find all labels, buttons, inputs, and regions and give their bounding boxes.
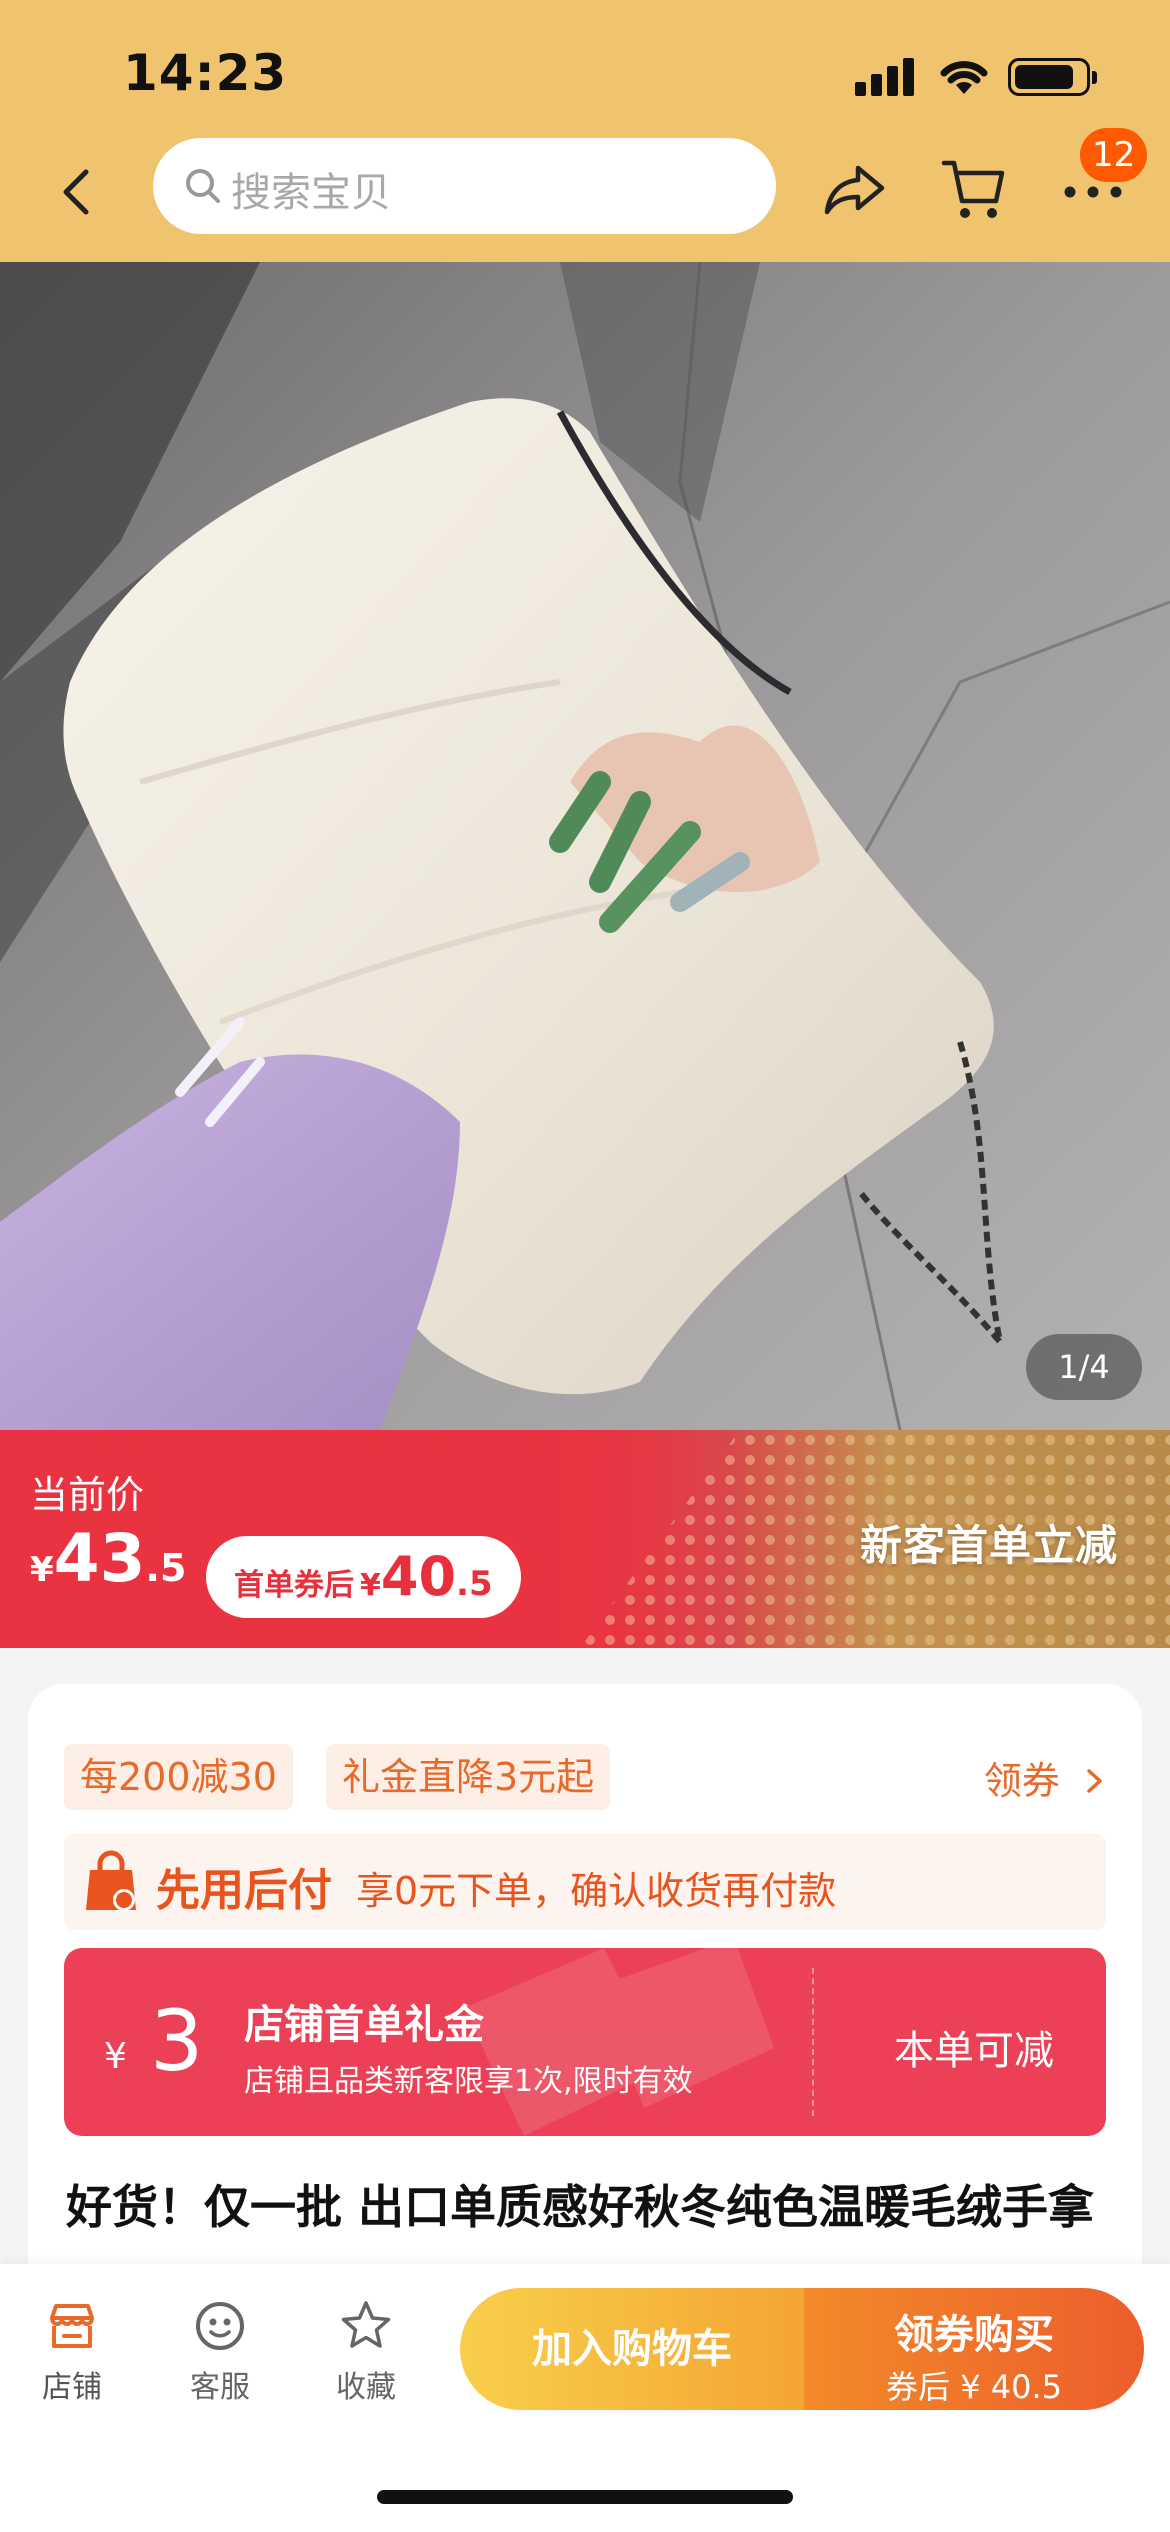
product-photo xyxy=(0,262,1170,1430)
pay-later-desc: 享0元下单，确认收货再付款 xyxy=(356,1869,837,1913)
customer-service-button[interactable]: 客服 xyxy=(160,2298,280,2408)
store-button[interactable]: 店铺 xyxy=(12,2298,132,2408)
chat-face-icon xyxy=(196,2302,244,2350)
shop-coupon-card[interactable]: ¥ 3 店铺首单礼金 店铺且品类新客限享1次,限时有效 本单可减 xyxy=(64,1948,1106,2136)
store-label: 店铺 xyxy=(42,2370,102,2405)
coupon-description: 店铺且品类新客限享1次,限时有效 xyxy=(244,2064,693,2099)
notification-badge: 12 xyxy=(1080,128,1148,182)
favorite-button[interactable]: 收藏 xyxy=(306,2298,426,2408)
product-image[interactable]: 1/4 xyxy=(0,262,1170,1430)
coupon-divider xyxy=(812,1968,814,2116)
coupon-action[interactable]: 本单可减 xyxy=(894,2018,1054,2076)
home-indicator[interactable] xyxy=(377,2490,793,2504)
back-arrow-icon[interactable] xyxy=(52,162,102,222)
favorite-label: 收藏 xyxy=(336,2370,396,2405)
buy-subtitle: 券后 ¥ 40.5 xyxy=(886,2368,1062,2406)
share-icon[interactable] xyxy=(822,160,888,220)
coupon-amount: 3 xyxy=(150,1992,204,2090)
shopping-bag-icon xyxy=(86,1850,136,1911)
pay-later-row[interactable]: 先用后付 享0元下单，确认收货再付款 xyxy=(64,1834,1106,1930)
pay-later-title: 先用后付 xyxy=(156,1865,332,1916)
chevron-right-icon xyxy=(1087,1769,1102,1793)
search-placeholder: 搜索宝贝 xyxy=(231,170,391,216)
get-coupon-label: 领券 xyxy=(983,1759,1060,1803)
discount-tag[interactable]: 每200减30 xyxy=(64,1744,293,1810)
info-card: 每200减30 礼金直降3元起 领券 先用后付 享0元下单，确认收货再付款 ¥ … xyxy=(28,1684,1142,2320)
coupon-title: 店铺首单礼金 xyxy=(244,2002,484,2048)
promo-text: 新客首单立减 xyxy=(859,1521,1118,1570)
ticket-icon xyxy=(464,1948,774,2136)
image-counter: 1/4 xyxy=(1026,1334,1142,1400)
wifi-icon xyxy=(940,61,988,94)
signal-icon xyxy=(855,58,915,96)
price-label: 当前价 xyxy=(30,1473,145,1517)
cart-icon[interactable] xyxy=(940,155,1006,223)
add-to-cart-button[interactable]: 加入购物车 xyxy=(460,2288,804,2410)
coupon-currency: ¥ xyxy=(104,2036,127,2077)
gift-tag[interactable]: 礼金直降3元起 xyxy=(326,1744,611,1810)
customer-service-label: 客服 xyxy=(190,2370,250,2405)
store-icon xyxy=(50,2304,94,2348)
battery-icon xyxy=(1008,58,1097,96)
status-time: 14:23 xyxy=(123,44,288,102)
search-icon xyxy=(186,169,220,203)
star-icon xyxy=(341,2301,391,2348)
top-bar: 14:23 搜索宝贝 12 xyxy=(0,0,1170,262)
buy-with-coupon-button[interactable]: 领券购买 券后 ¥ 40.5 xyxy=(804,2288,1144,2410)
buy-title: 领券购买 xyxy=(894,2312,1054,2358)
search-input[interactable]: 搜索宝贝 xyxy=(153,138,776,234)
coupon-price-pill: 首单券后 ¥40.5 xyxy=(206,1536,521,1618)
price-banner: 当前价 ¥43.5 首单券后 ¥40.5 新客首单立减 xyxy=(0,1430,1170,1648)
get-coupon-link[interactable]: 领券 xyxy=(984,1750,1106,1805)
current-price: ¥43.5 xyxy=(30,1520,187,1597)
